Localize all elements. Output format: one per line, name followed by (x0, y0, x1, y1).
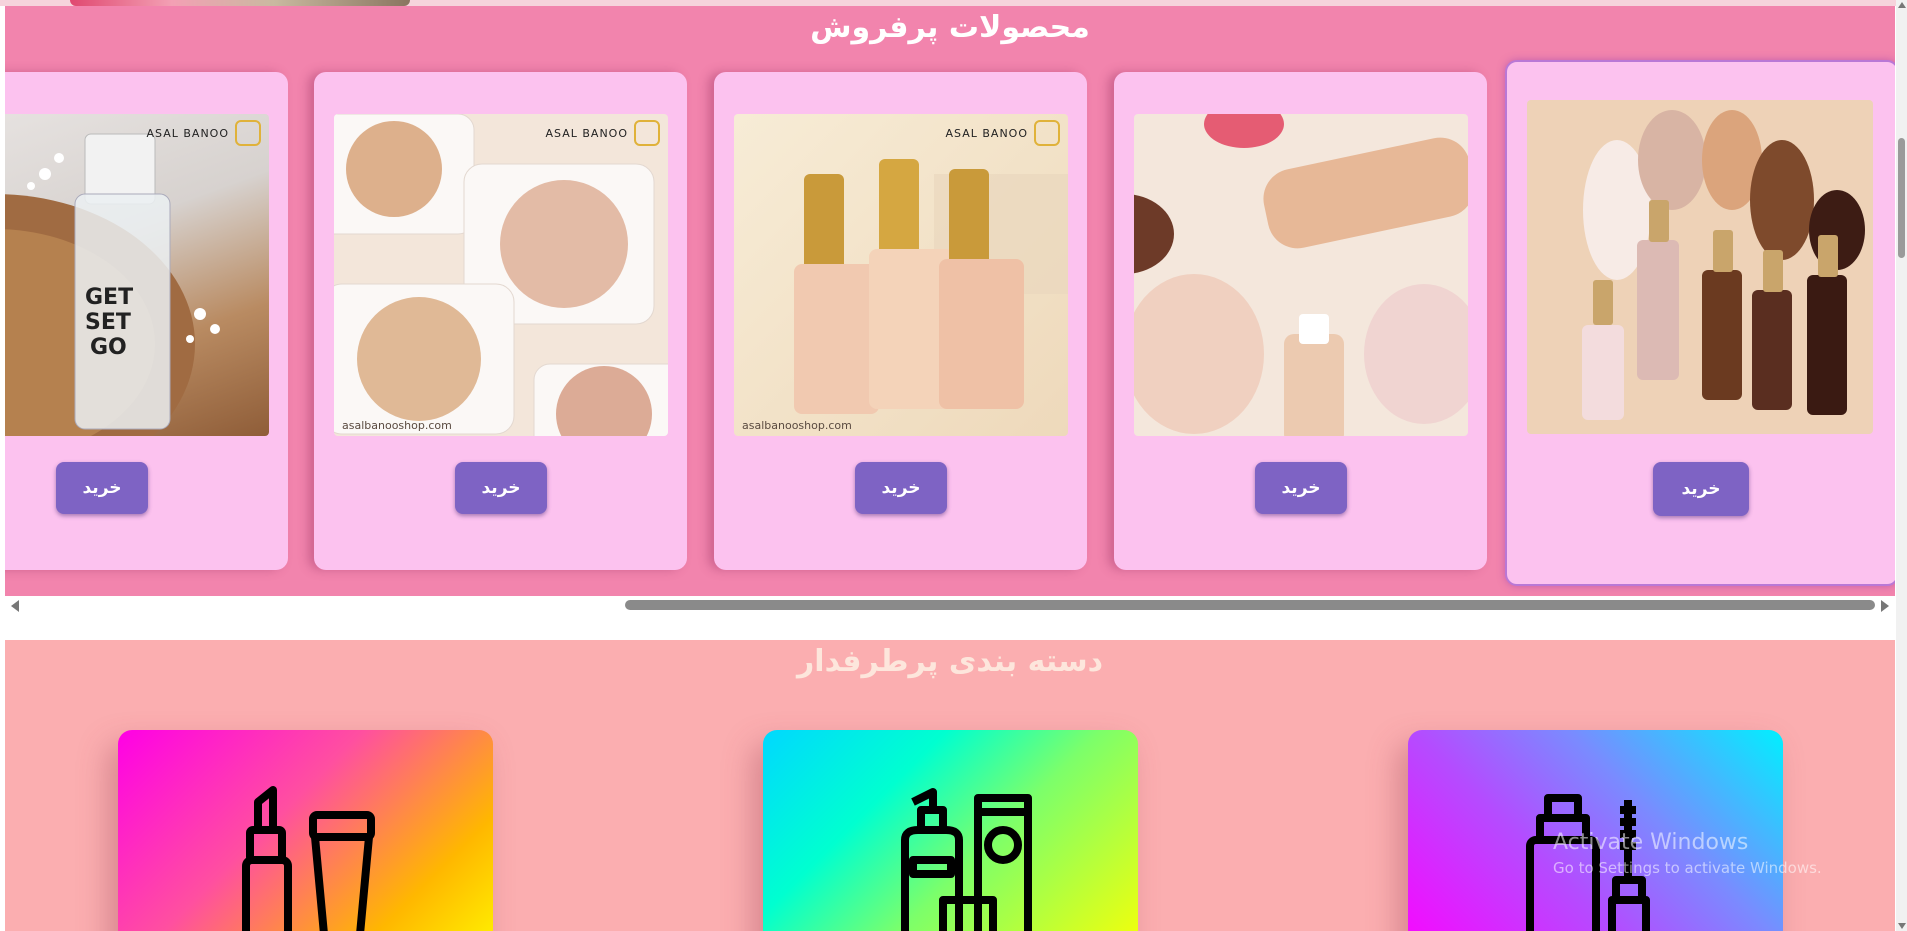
category-card-lipstick[interactable] (118, 730, 493, 931)
bestsellers-section: محصولات پرفروش GET SET GO ASAL BANOO خری… (5, 6, 1895, 596)
buy-button[interactable]: خرید (56, 462, 148, 514)
product-card-compact-powder[interactable]: ASAL BANOO asalbanooshop.com خرید (314, 72, 687, 570)
popular-categories-section: دسته بندی پرطرفدار (5, 640, 1895, 931)
carousel-scrollbar[interactable] (5, 596, 1895, 614)
scroll-right-arrow-icon[interactable] (1881, 600, 1889, 612)
brand-label: ASAL BANOO (546, 120, 660, 146)
brand-logo-icon (235, 120, 261, 146)
product-image-foundation: ASAL BANOO asalbanooshop.com (734, 114, 1068, 436)
scroll-left-arrow-icon[interactable] (11, 600, 19, 612)
brand-label: ASAL BANOO (946, 120, 1060, 146)
watermark-title: Activate Windows (1553, 830, 1749, 855)
skincare-bottles-icon (901, 788, 1032, 931)
svg-text:SET: SET (85, 310, 131, 335)
bestsellers-title: محصولات پرفروش (810, 10, 1090, 45)
activate-windows-watermark: Activate Windows Go to Settings to activ… (1553, 830, 1822, 877)
product-image-compact-powder: ASAL BANOO asalbanooshop.com (334, 114, 668, 436)
svg-text:GO: GO (90, 335, 127, 360)
site-url-label: asalbanooshop.com (742, 419, 852, 432)
lipstick-cream-icon (242, 786, 375, 931)
product-card-beauty-sponges[interactable]: خرید (1114, 72, 1487, 570)
page-vertical-scrollbar[interactable] (1896, 0, 1907, 931)
buy-button[interactable]: خرید (1653, 462, 1749, 516)
scroll-up-arrow-icon[interactable] (1898, 2, 1906, 8)
buy-button[interactable]: خرید (1255, 462, 1347, 514)
product-card-foundation[interactable]: ASAL BANOO asalbanooshop.com خرید (714, 72, 1087, 570)
category-card-skincare[interactable] (763, 730, 1138, 931)
brand-label: ASAL BANOO (147, 120, 261, 146)
scrollbar-thumb[interactable] (625, 600, 1875, 610)
product-image-pump-bottles (1527, 100, 1873, 434)
brand-logo-icon (634, 120, 660, 146)
buy-button[interactable]: خرید (455, 462, 547, 514)
site-url-label: asalbanooshop.com (342, 419, 452, 432)
scroll-down-arrow-icon[interactable] (1898, 923, 1906, 929)
watermark-subtitle: Go to Settings to activate Windows. (1553, 859, 1822, 877)
vertical-scrollbar-thumb[interactable] (1898, 138, 1905, 258)
product-image-setting-spray: GET SET GO ASAL BANOO (5, 114, 269, 436)
categories-title: دسته بندی پرطرفدار (797, 644, 1103, 679)
svg-text:GET: GET (85, 285, 133, 310)
product-card-setting-spray[interactable]: GET SET GO ASAL BANOO خرید (5, 72, 288, 570)
buy-button[interactable]: خرید (855, 462, 947, 514)
product-card-pump-bottles[interactable]: خرید (1505, 60, 1895, 586)
brand-logo-icon (1034, 120, 1060, 146)
product-image-beauty-sponges (1134, 114, 1468, 436)
